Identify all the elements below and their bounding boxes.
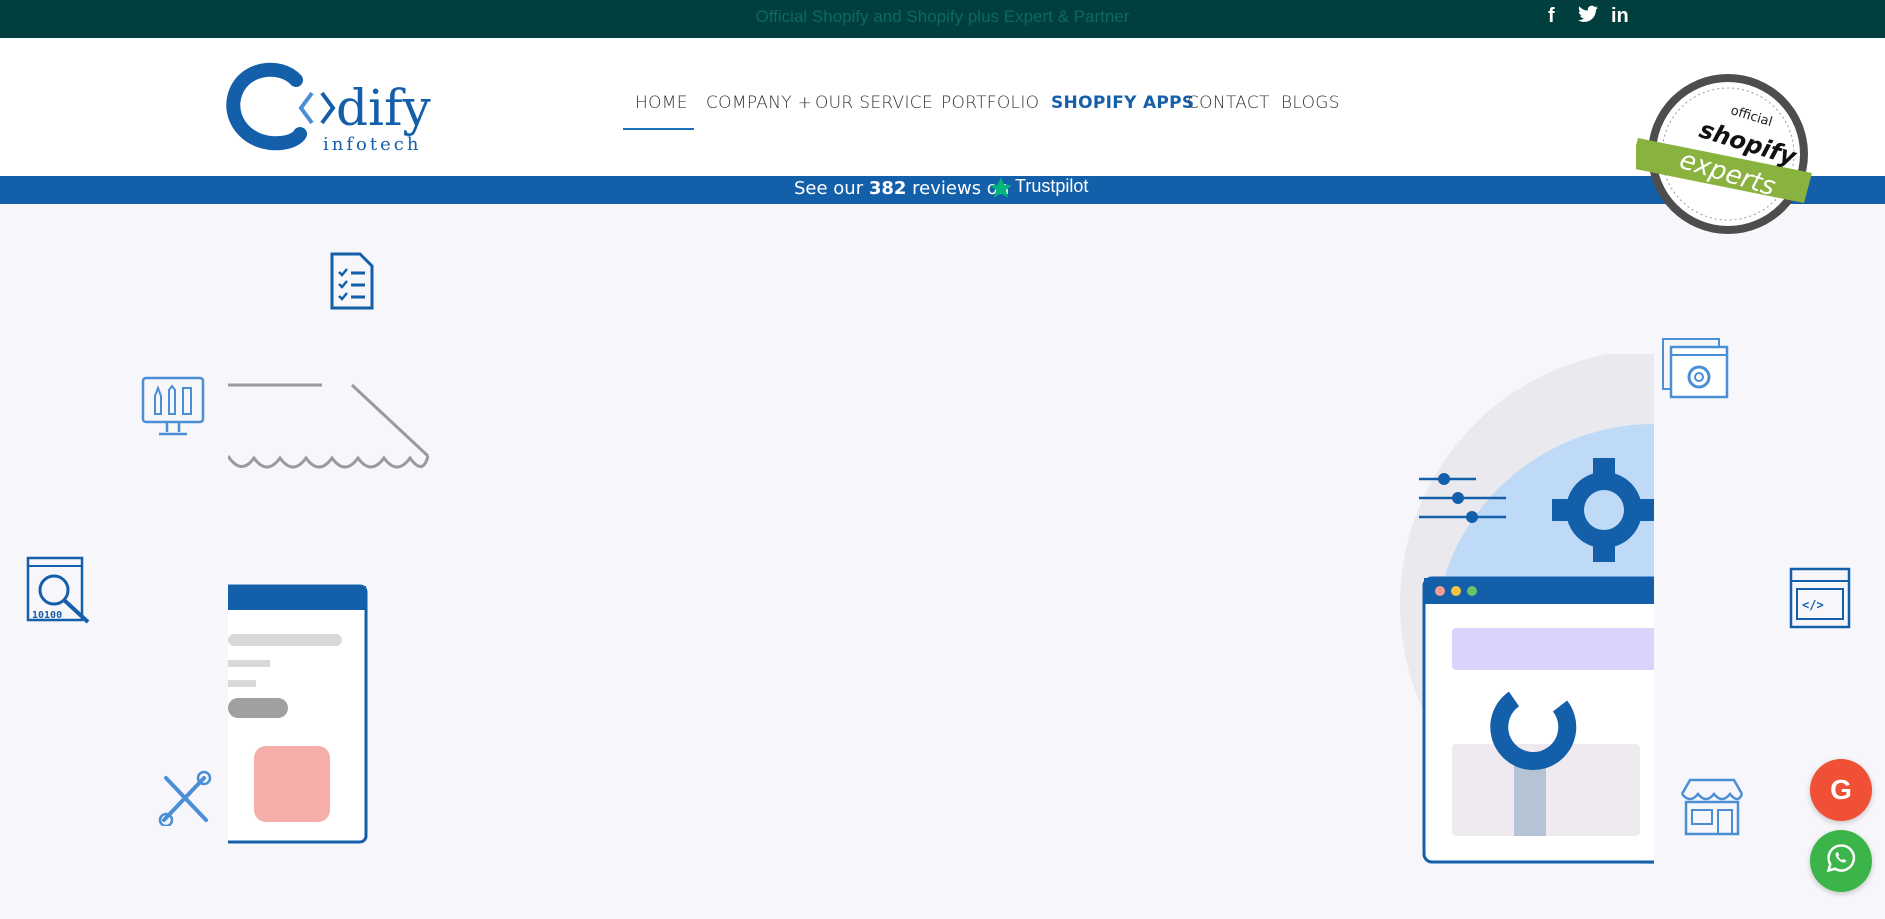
codify-logo[interactable]: dify infotech (226, 58, 486, 158)
svg-text:10100: 10100 (32, 610, 62, 621)
partner-tagline: Official Shopify and Shopify plus Expert… (755, 7, 1130, 26)
store-awning-illustration (226, 380, 432, 481)
hero-settings-illustration (1376, 350, 1885, 879)
logo-brand-text: dify (336, 79, 432, 137)
nav-active-indicator (623, 128, 694, 130)
nav-blogs[interactable]: BLOGS (1281, 93, 1340, 113)
svg-text:</>: </> (1802, 598, 1824, 612)
settings-window-icon (1661, 337, 1729, 406)
review-count: 382 (868, 178, 907, 199)
design-monitor-icon (141, 376, 205, 445)
trustpilot-star-icon (988, 175, 1014, 206)
top-announcement-bar: Official Shopify and Shopify plus Expert… (0, 0, 1885, 38)
nav-company[interactable]: COMPANY + (706, 93, 812, 113)
trustpilot-brand[interactable]: Trustpilot (1015, 176, 1088, 197)
nav-portfolio[interactable]: PORTFOLIO (941, 93, 1039, 113)
storefront-icon (1678, 778, 1746, 841)
logo-sub-text: infotech (323, 134, 421, 155)
facebook-icon[interactable]: f (1548, 5, 1555, 28)
google-reviews-button[interactable]: G (1810, 759, 1872, 821)
code-window-icon: </> (1789, 567, 1851, 634)
whatsapp-button[interactable] (1810, 830, 1872, 892)
trustpilot-prefix: See our (794, 178, 864, 199)
tools-icon (158, 770, 212, 831)
browser-window-illustration (216, 584, 370, 849)
linkedin-icon[interactable]: in (1611, 5, 1629, 28)
twitter-icon[interactable] (1578, 5, 1598, 29)
checklist-icon (330, 252, 374, 315)
nav-home[interactable]: HOME (635, 93, 688, 113)
nav-our-service[interactable]: OUR SERVICE (815, 93, 933, 113)
shopify-experts-seal: official shopify experts (1630, 68, 1812, 244)
data-search-icon: 10100 (26, 556, 94, 631)
nav-shopify-apps[interactable]: SHOPIFY APPS (1051, 93, 1194, 113)
whatsapp-icon (1826, 843, 1856, 880)
trustpilot-reviews-link[interactable]: See our 382 reviews on (794, 178, 1009, 199)
nav-contact[interactable]: CONTACT (1187, 93, 1270, 113)
